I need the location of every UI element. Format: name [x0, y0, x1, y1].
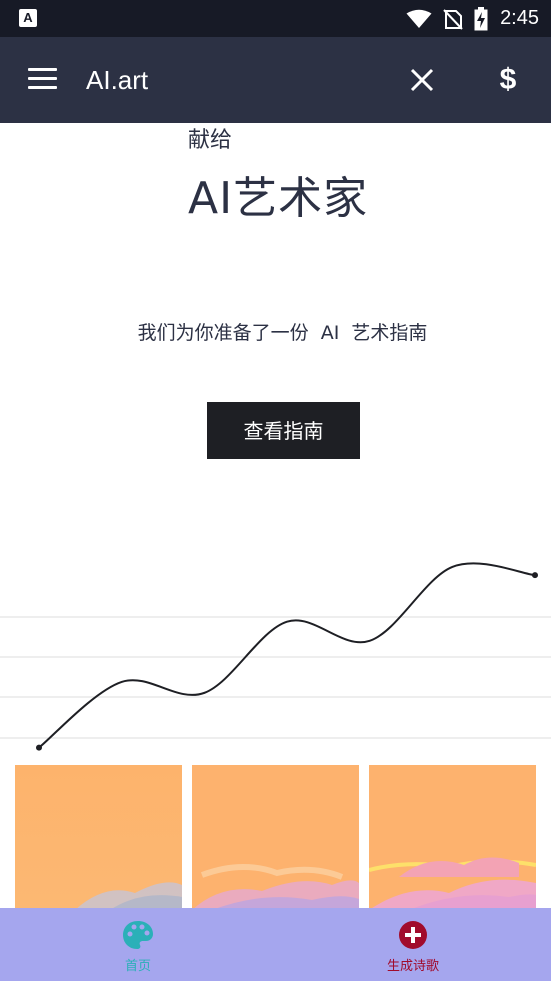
add-circle-icon	[399, 921, 427, 949]
app-notification-icon: A	[19, 9, 37, 27]
bottom-navigation: 首页 生成诗歌	[0, 908, 551, 981]
headline: AI艺术家	[188, 173, 369, 224]
palette-icon	[123, 921, 153, 949]
decorative-line-chart	[0, 562, 551, 751]
chart-point-end	[532, 572, 538, 579]
status-time: 2:45	[500, 7, 539, 29]
app-title: AI.art	[86, 65, 149, 95]
no-sim-icon	[443, 8, 463, 30]
nav-label-home: 首页	[124, 959, 151, 974]
status-bar: A 2:45	[0, 0, 551, 37]
app-notification-badge: A	[23, 10, 33, 25]
nav-item-generate-poem[interactable]: 生成诗歌	[343, 908, 483, 981]
chart-series-line	[38, 562, 536, 749]
battery-charging-icon	[474, 6, 488, 30]
sunset-clouds-art-1[interactable]	[15, 765, 182, 910]
menu-icon[interactable]	[28, 68, 58, 92]
sunset-clouds-art-3[interactable]	[369, 765, 536, 910]
status-icons: 2:45	[406, 0, 539, 37]
view-guide-button[interactable]: 查看指南	[207, 402, 360, 459]
dedication-text: 献给	[188, 128, 233, 153]
nav-item-home[interactable]: 首页	[68, 908, 208, 981]
sunset-clouds-art-2[interactable]	[192, 765, 359, 910]
close-icon[interactable]	[405, 63, 439, 97]
nav-label-generate-poem: 生成诗歌	[386, 959, 439, 974]
chart-point-start	[36, 744, 42, 751]
wifi-icon	[406, 9, 432, 28]
app-bar: AI.art $	[0, 37, 551, 123]
subtitle: 我们为你准备了一份 AI 艺术指南	[137, 322, 428, 344]
dollar-icon[interactable]: $	[490, 61, 526, 99]
